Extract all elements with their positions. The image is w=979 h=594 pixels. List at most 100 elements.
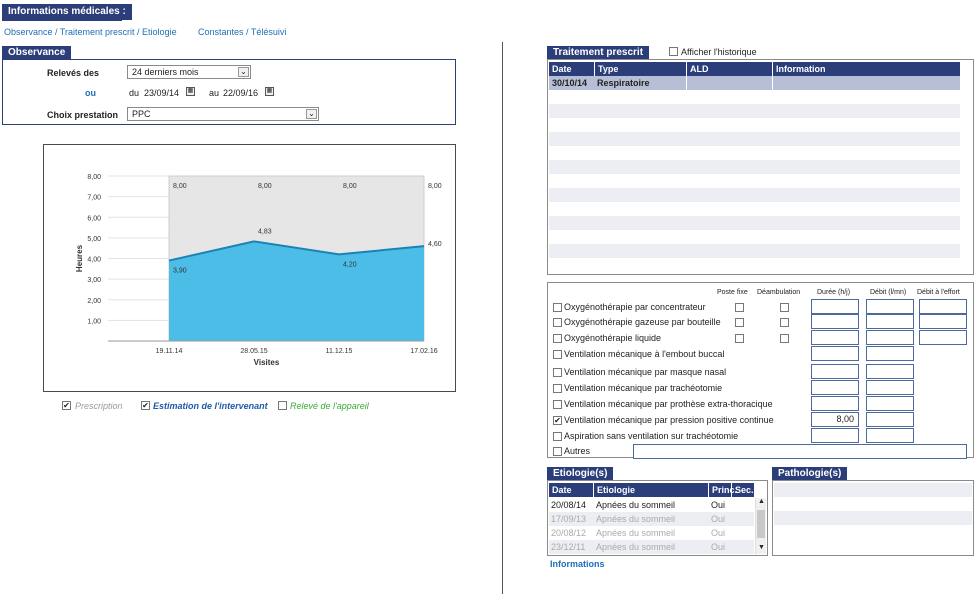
scroll-thumb[interactable]: [757, 510, 765, 538]
calendar-icon[interactable]: ▦: [186, 87, 195, 96]
therapy-checkbox[interactable]: [553, 432, 562, 441]
poste-fixe-checkbox[interactable]: [735, 334, 744, 343]
debit-input[interactable]: [866, 396, 914, 411]
pathologie-row[interactable]: [774, 511, 972, 525]
deambulation-checkbox[interactable]: [780, 318, 789, 327]
calendar-icon[interactable]: ▦: [265, 87, 274, 96]
nav-link-observance[interactable]: Observance / Traitement prescrit / Etiol…: [4, 27, 177, 37]
deambulation-checkbox[interactable]: [780, 303, 789, 312]
table-row[interactable]: [549, 132, 960, 146]
autres-input[interactable]: [633, 444, 967, 459]
etio-date: 20/08/12: [551, 528, 587, 538]
pathologie-row[interactable]: [774, 497, 972, 511]
table-row[interactable]: [549, 90, 960, 104]
etio-name: Apnées du sommeil: [596, 528, 676, 538]
col-ald[interactable]: ALD: [686, 62, 709, 76]
debit-input[interactable]: [866, 380, 914, 395]
therapy-checkbox[interactable]: [553, 384, 562, 393]
therapy-checkbox[interactable]: [553, 447, 562, 456]
duree-input[interactable]: [811, 396, 859, 411]
therapy-checkbox[interactable]: [553, 303, 562, 312]
table-row[interactable]: 23/12/11 Apnées du sommeil Oui: [549, 540, 754, 554]
pathologie-row[interactable]: [774, 525, 972, 539]
duree-input[interactable]: [811, 330, 859, 345]
debit-input[interactable]: [866, 428, 914, 443]
deambulation-checkbox[interactable]: [780, 334, 789, 343]
therapy-checkbox[interactable]: [553, 350, 562, 359]
du-date[interactable]: 23/09/14: [144, 88, 179, 98]
therapy-checkbox[interactable]: [553, 318, 562, 327]
table-row[interactable]: [549, 258, 960, 272]
debit-effort-input[interactable]: [919, 314, 967, 329]
col-information[interactable]: Information: [772, 62, 826, 76]
duree-input[interactable]: [811, 299, 859, 314]
table-row[interactable]: [549, 202, 960, 216]
table-row[interactable]: [549, 216, 960, 230]
y-tick-label: 8,00: [87, 174, 101, 181]
table-row[interactable]: [549, 188, 960, 202]
debit-input[interactable]: [866, 314, 914, 329]
releves-select[interactable]: 24 derniers mois ⌄: [127, 65, 251, 79]
duree-input[interactable]: [811, 314, 859, 329]
therapy-checkbox[interactable]: ✔: [553, 416, 562, 425]
table-row[interactable]: 20/08/12 Apnées du sommeil Oui: [549, 526, 754, 540]
col-type[interactable]: Type: [594, 62, 618, 76]
duree-input[interactable]: [811, 364, 859, 379]
poste-fixe-checkbox[interactable]: [735, 318, 744, 327]
therapy-label: Ventilation mécanique par masque nasal: [564, 367, 727, 377]
table-row[interactable]: 20/08/14 Apnées du sommeil Oui: [549, 498, 754, 512]
scroll-up-icon[interactable]: ▲: [757, 498, 766, 505]
debit-input[interactable]: [866, 346, 914, 361]
therapy-checkbox[interactable]: [553, 334, 562, 343]
therapy-label: Ventilation mécanique par trachéotomie: [564, 383, 723, 393]
du-label: du: [129, 88, 140, 98]
therapy-checkbox[interactable]: [553, 400, 562, 409]
table-row[interactable]: 17/09/13 Apnées du sommeil Oui: [549, 512, 754, 526]
x-tick-label: 19.11.14: [156, 348, 183, 355]
col-date[interactable]: Date: [549, 62, 572, 76]
table-row[interactable]: [549, 104, 960, 118]
releves-select-value: 24 derniers mois: [132, 67, 199, 77]
estimation-data-label: 4,20: [343, 261, 357, 268]
table-row[interactable]: [549, 244, 960, 258]
duree-input[interactable]: 8,00: [811, 412, 859, 427]
table-row[interactable]: 30/10/14 Respiratoire: [549, 76, 960, 90]
table-row[interactable]: [549, 160, 960, 174]
duree-input[interactable]: [811, 380, 859, 395]
informations-link[interactable]: Informations: [550, 559, 605, 569]
etiologie-scrollbar[interactable]: ▲ ▼: [755, 498, 766, 554]
debit-input[interactable]: [866, 412, 914, 427]
legend-estimation-checkbox[interactable]: ✔: [141, 401, 150, 410]
prestation-select[interactable]: PPC ⌄: [127, 107, 319, 121]
poste-fixe-checkbox[interactable]: [735, 303, 744, 312]
table-row[interactable]: [549, 174, 960, 188]
table-row[interactable]: [549, 230, 960, 244]
table-row[interactable]: [549, 118, 960, 132]
estimation-data-label: 4,60: [428, 241, 442, 248]
prescription-data-label: 8,00: [343, 183, 357, 190]
traitement-scrollbar-track[interactable]: [961, 62, 973, 272]
legend-prescription-checkbox[interactable]: ✔: [62, 401, 71, 410]
historique-checkbox[interactable]: [669, 47, 678, 56]
therapies-panel: Poste fixe Déambulation Durée (h/j) Débi…: [547, 282, 974, 459]
debit-input[interactable]: [866, 330, 914, 345]
duree-input[interactable]: [811, 428, 859, 443]
legend-releve-checkbox[interactable]: [278, 401, 287, 410]
debit-effort-input[interactable]: [919, 299, 967, 314]
table-row[interactable]: [549, 146, 960, 160]
observance-panel: Relevés des 24 derniers mois ⌄ ou du 23/…: [2, 59, 456, 125]
debit-input[interactable]: [866, 364, 914, 379]
col-sec[interactable]: Sec.: [731, 483, 754, 497]
au-date[interactable]: 22/09/16: [223, 88, 258, 98]
debit-input[interactable]: [866, 299, 914, 314]
therapy-checkbox[interactable]: [553, 368, 562, 377]
col-date[interactable]: Date: [549, 483, 572, 497]
duree-input[interactable]: [811, 346, 859, 361]
pathologie-row[interactable]: [774, 483, 972, 497]
col-etiologie[interactable]: Etiologie: [593, 483, 635, 497]
col-header-poste-fixe: Poste fixe: [717, 289, 748, 296]
therapy-label: Ventilation mécanique par pression posit…: [564, 415, 774, 425]
debit-effort-input[interactable]: [919, 330, 967, 345]
scroll-down-icon[interactable]: ▼: [757, 544, 766, 551]
nav-link-constantes[interactable]: Constantes / Télésuivi: [198, 27, 286, 37]
